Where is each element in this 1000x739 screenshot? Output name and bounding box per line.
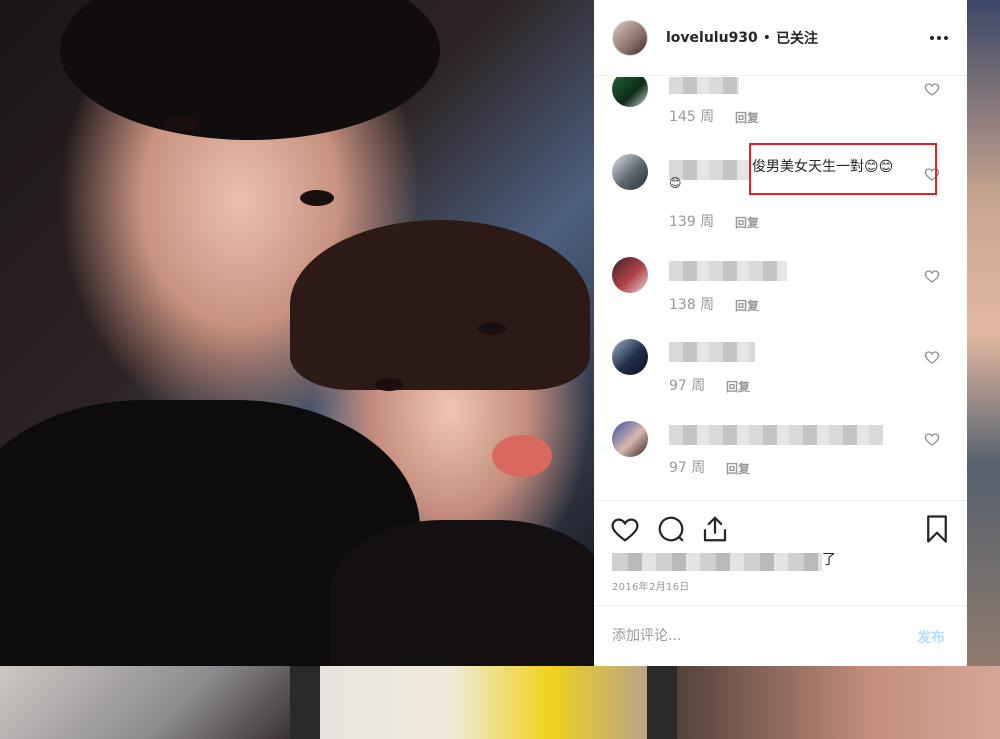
background-thumbnail[interactable] [677, 666, 1000, 739]
post-photo[interactable] [0, 0, 594, 666]
post-viewer: lovelulu930 • 已关注 145 周 回复 俊男美女天生一對😊😊 😊 … [0, 0, 1000, 739]
like-comment-icon[interactable] [924, 349, 940, 365]
post-header: lovelulu930 • 已关注 [594, 0, 967, 76]
comment-item: 145 周 回复 [612, 77, 952, 131]
follow-status-button[interactable]: 已关注 [776, 28, 818, 48]
commenter-avatar[interactable] [612, 154, 648, 190]
photo-detail [375, 378, 403, 391]
post-comment-button[interactable]: 发布 [917, 627, 945, 647]
bookmark-icon[interactable] [922, 514, 952, 544]
commenter-username-blurred[interactable] [669, 342, 755, 362]
commenter-username-blurred[interactable] [669, 425, 883, 445]
highlight-annotation-box [749, 143, 937, 195]
header-separator: • [762, 29, 772, 46]
comment-input[interactable] [612, 624, 892, 648]
comment-bubble-icon[interactable] [656, 514, 686, 544]
reply-button[interactable]: 回复 [726, 378, 750, 395]
photo-detail [300, 190, 334, 206]
comment-time: 97 周 [669, 460, 706, 476]
post-side-panel: lovelulu930 • 已关注 145 周 回复 俊男美女天生一對😊😊 😊 … [594, 0, 967, 666]
share-icon[interactable] [700, 514, 730, 544]
photo-detail [330, 520, 594, 666]
reply-button[interactable]: 回复 [726, 460, 750, 477]
like-comment-icon[interactable] [924, 268, 940, 284]
commenter-avatar[interactable] [612, 339, 648, 375]
reply-button[interactable]: 回复 [735, 297, 759, 314]
comment-item: 97 周 回复 [612, 421, 952, 481]
comment-time: 138 周 [669, 297, 715, 313]
more-options-icon[interactable] [929, 28, 949, 48]
commenter-avatar[interactable] [612, 257, 648, 293]
background-thumbnail[interactable] [320, 666, 647, 739]
photo-detail [165, 115, 199, 131]
comment-text-continued: 😊 [669, 176, 682, 190]
like-comment-icon[interactable] [924, 81, 940, 97]
like-heart-icon[interactable] [610, 514, 640, 544]
like-comment-icon[interactable] [924, 431, 940, 447]
likes-summary-blurred[interactable] [612, 553, 822, 571]
comment-time: 97 周 [669, 378, 706, 394]
photo-detail [478, 322, 506, 335]
add-comment-bar: 发布 [594, 605, 967, 666]
photo-detail [290, 220, 590, 390]
photo-detail [492, 435, 552, 477]
post-actions: 了 2016年2月16日 [594, 500, 967, 605]
author-avatar[interactable] [612, 19, 648, 56]
comment-list[interactable]: 145 周 回复 俊男美女天生一對😊😊 😊 139 周 回复 138 周 回复 [594, 77, 967, 500]
reply-button[interactable]: 回复 [735, 109, 759, 126]
commenter-avatar[interactable] [612, 421, 648, 457]
author-username[interactable]: lovelulu930 [666, 30, 758, 46]
post-date: 2016年2月16日 [612, 582, 690, 593]
background-thumbnail[interactable] [0, 666, 290, 739]
reply-button[interactable]: 回复 [735, 214, 759, 231]
commenter-username-blurred[interactable] [669, 77, 739, 94]
comment-item: 97 周 回复 [612, 339, 952, 399]
commenter-username-blurred[interactable] [669, 261, 787, 281]
comment-time: 139 周 [669, 214, 715, 230]
background-thumbnail[interactable] [967, 0, 1000, 666]
likes-summary-suffix: 了 [822, 552, 836, 568]
commenter-avatar[interactable] [612, 77, 648, 107]
photo-detail [60, 0, 440, 140]
comment-time: 145 周 [669, 109, 715, 125]
comment-item: 138 周 回复 [612, 257, 952, 317]
